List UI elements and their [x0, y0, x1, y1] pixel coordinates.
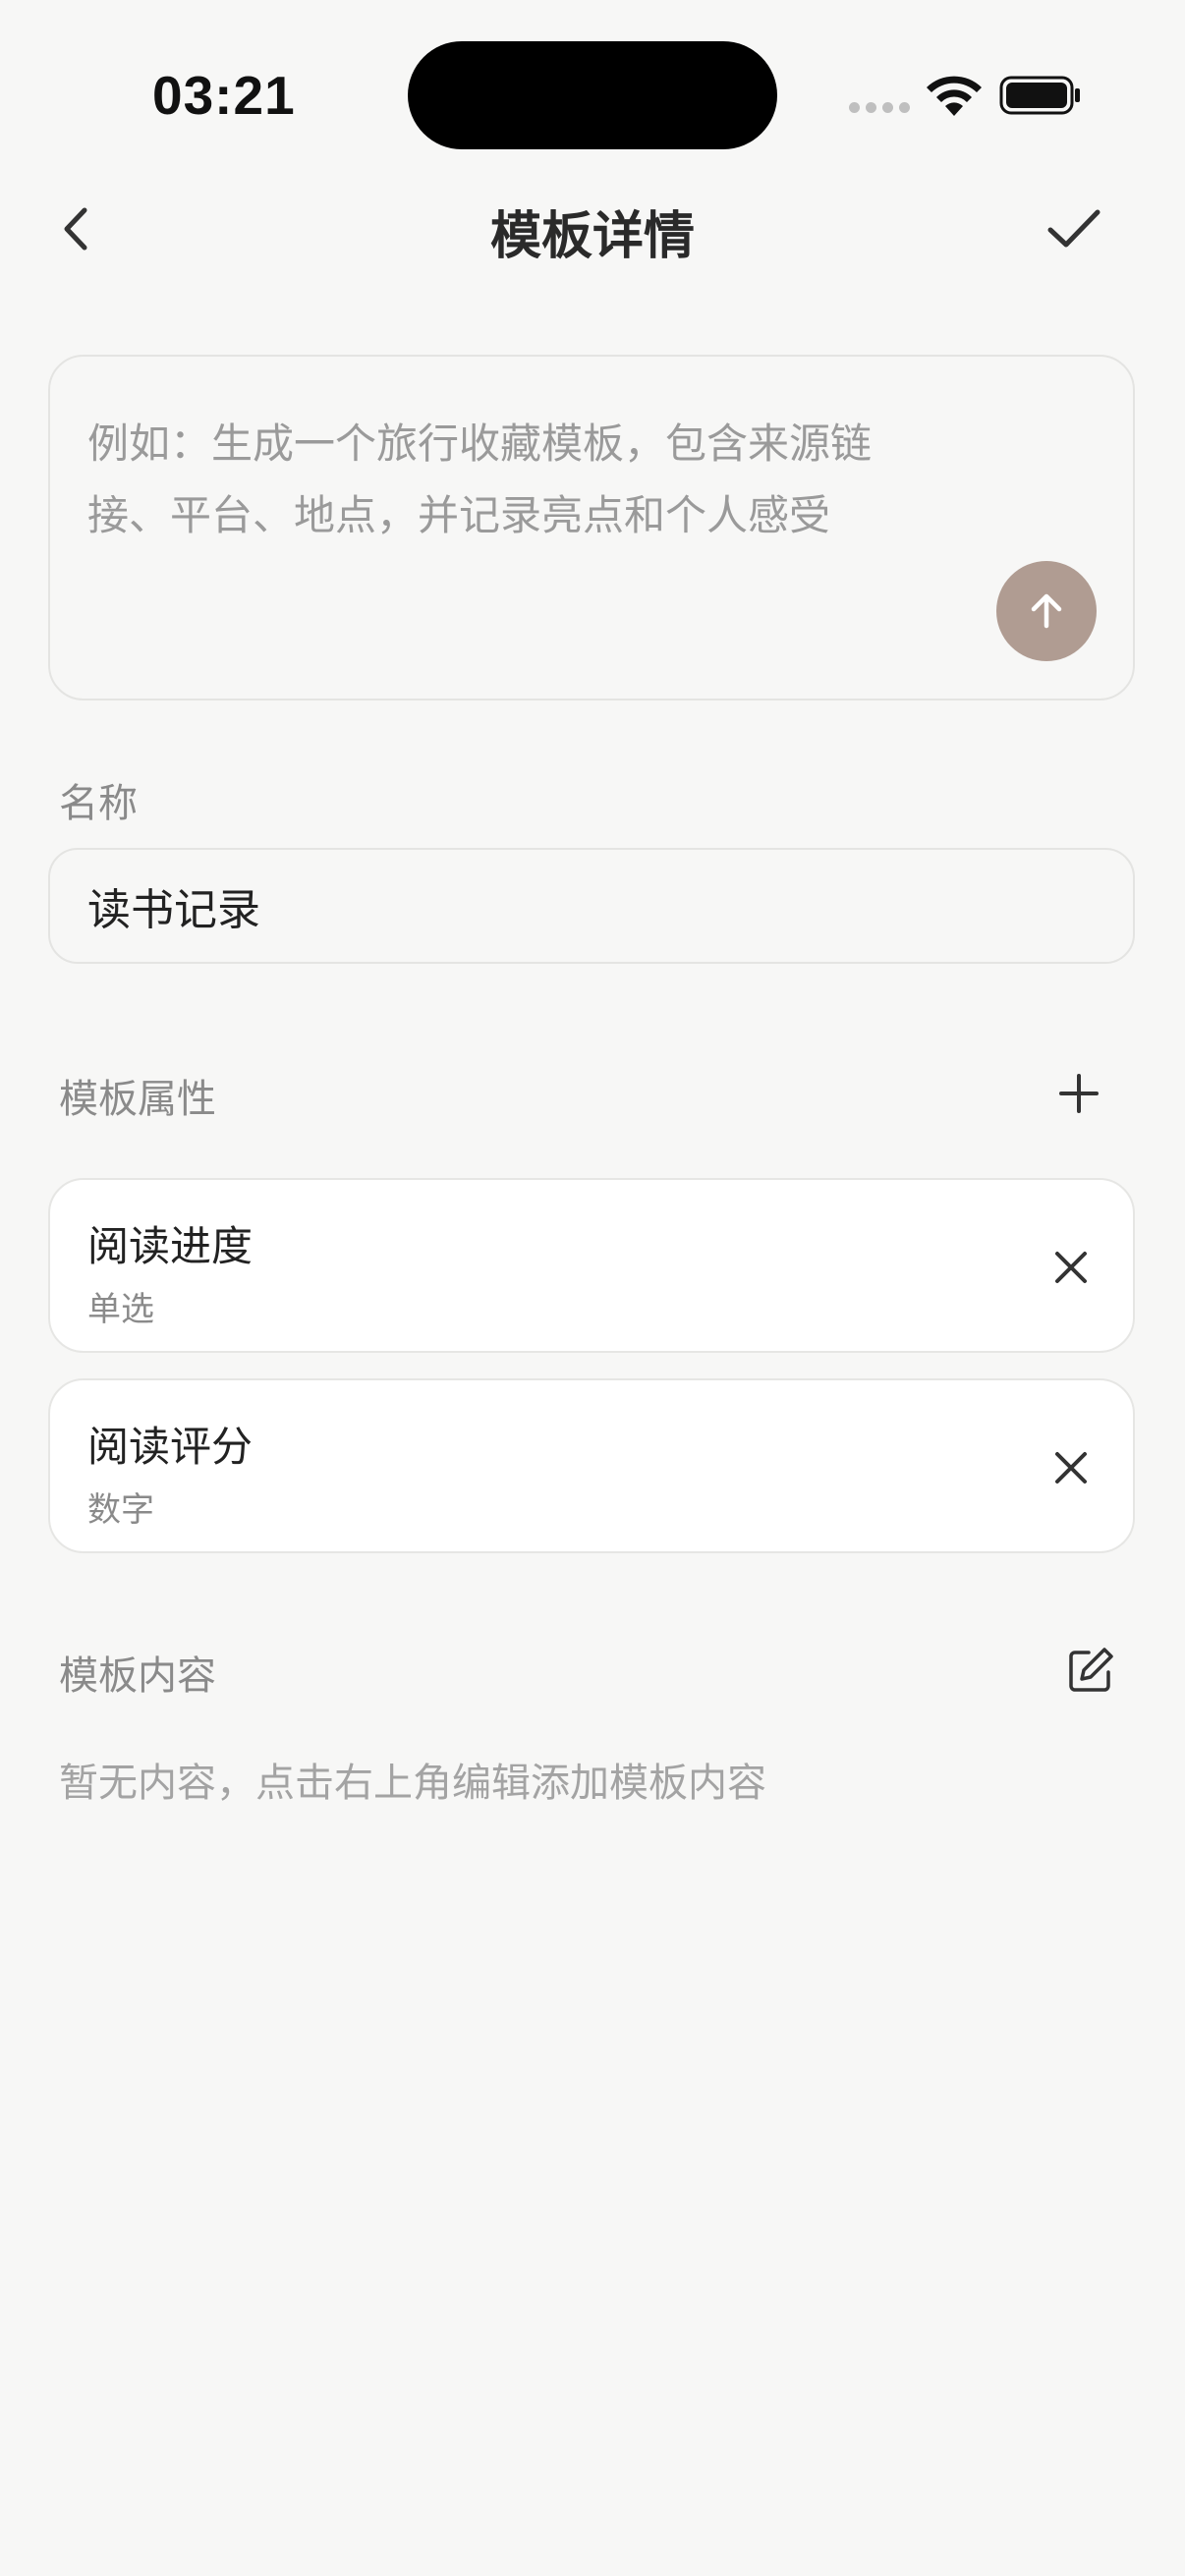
attribute-type: 单选 [87, 1290, 154, 1329]
page-title: 模板详情 [489, 207, 695, 266]
wifi-icon [927, 76, 982, 116]
name-field[interactable]: 读书记录 [48, 848, 1135, 964]
attribute-card[interactable]: 阅读进度 单选 [48, 1178, 1135, 1353]
attribute-name: 阅读进度 [87, 1222, 254, 1270]
content-label: 模板内容 [59, 1653, 216, 1699]
close-icon [1055, 1252, 1087, 1283]
add-attribute-button[interactable] [1049, 1064, 1108, 1123]
cellular-signal-icon [849, 102, 910, 113]
status-time: 03:21 [152, 65, 296, 126]
send-button[interactable] [996, 561, 1097, 661]
dynamic-island [408, 41, 777, 149]
attribute-name: 阅读评分 [87, 1423, 254, 1471]
remove-attribute-button[interactable] [1043, 1239, 1100, 1296]
remove-attribute-button[interactable] [1043, 1439, 1100, 1496]
attribute-type: 数字 [87, 1490, 154, 1530]
edit-icon [1069, 1648, 1113, 1692]
checkmark-icon [1047, 209, 1100, 248]
attributes-label: 模板属性 [59, 1077, 216, 1122]
battery-icon [999, 76, 1080, 115]
confirm-button[interactable] [1040, 196, 1108, 261]
plus-icon [1059, 1074, 1099, 1113]
edit-content-button[interactable] [1061, 1641, 1120, 1700]
close-icon [1055, 1452, 1087, 1484]
name-label: 名称 [59, 781, 138, 826]
empty-content-hint: 暂无内容，点击右上角编辑添加模板内容 [59, 1761, 766, 1806]
arrow-up-icon [1031, 593, 1062, 629]
status-bar: 03:21 [0, 0, 1185, 187]
prompt-placeholder: 例如：生成一个旅行收藏模板，包含来源链 接、平台、地点，并记录亮点和个人感受 [87, 420, 873, 539]
attribute-card[interactable]: 阅读评分 数字 [48, 1378, 1135, 1553]
ai-prompt-input[interactable]: 例如：生成一个旅行收藏模板，包含来源链 接、平台、地点，并记录亮点和个人感受 [48, 355, 1135, 700]
